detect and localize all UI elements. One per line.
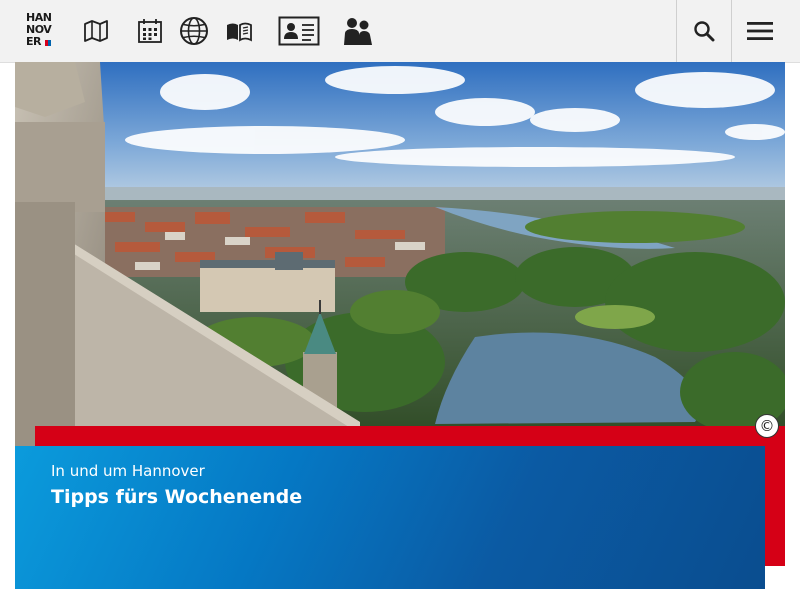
teaser-kicker: In und um Hannover <box>51 462 205 480</box>
logo-line-3: ER <box>26 35 41 48</box>
search-icon <box>694 21 715 42</box>
teaser-box[interactable]: In und um Hannover Tipps fürs Wochenende <box>15 446 765 589</box>
people-icon[interactable] <box>341 14 375 48</box>
copyright-icon: © <box>759 417 775 435</box>
map-icon[interactable] <box>79 14 113 48</box>
id-card-icon[interactable] <box>277 14 321 48</box>
hannover-logo[interactable]: HAN NOV ER <box>26 12 56 50</box>
menu-button[interactable] <box>731 0 787 62</box>
calendar-icon[interactable] <box>133 14 167 48</box>
top-navigation-bar: HAN NOV ER <box>0 0 800 63</box>
search-button[interactable] <box>676 0 731 62</box>
globe-icon[interactable] <box>177 14 211 48</box>
hero-image <box>15 62 785 447</box>
logo-square-icon <box>45 40 51 46</box>
copyright-info-button[interactable]: © <box>755 414 779 438</box>
teaser-headline[interactable]: Tipps fürs Wochenende <box>51 486 302 508</box>
hamburger-menu-icon <box>746 22 773 40</box>
open-book-icon[interactable] <box>222 14 256 48</box>
